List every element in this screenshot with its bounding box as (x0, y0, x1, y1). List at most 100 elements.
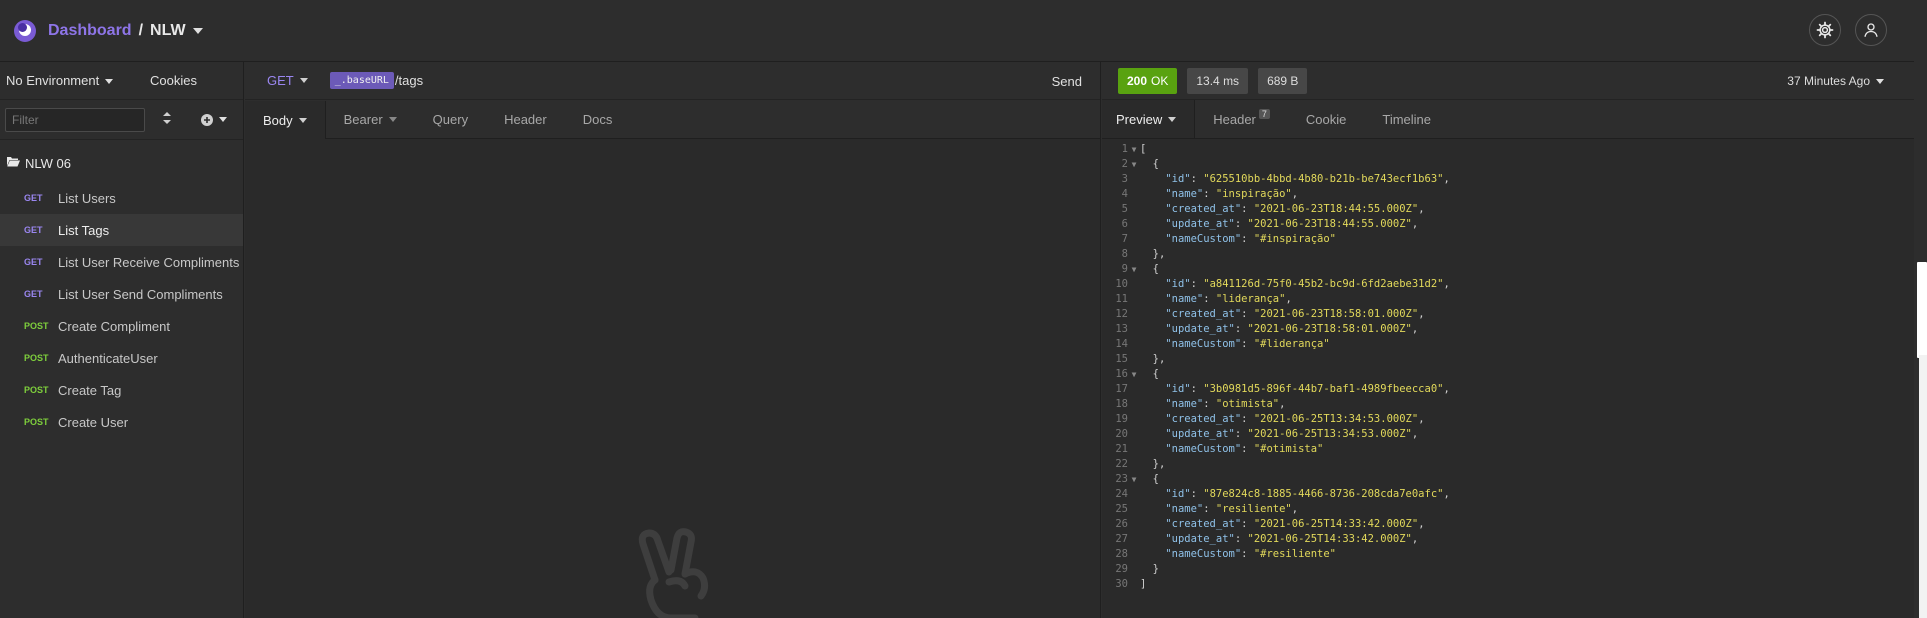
status-text: OK (1151, 73, 1169, 88)
chevron-down-icon (298, 117, 307, 123)
fold-arrow-icon[interactable]: ▼ (1128, 367, 1140, 382)
send-button[interactable]: Send (1052, 74, 1082, 89)
fold-arrow-icon[interactable]: ▼ (1128, 157, 1140, 172)
scrollbar-thumb[interactable] (1917, 262, 1927, 358)
json-punctuation (1140, 413, 1165, 425)
settings-button[interactable] (1809, 14, 1841, 46)
chevron-down-icon (1168, 116, 1177, 122)
tab-timeline[interactable]: Timeline (1364, 100, 1449, 138)
fold-gutter (1128, 427, 1140, 442)
breadcrumb-separator: / (138, 21, 144, 39)
history-dropdown[interactable]: 37 Minutes Ago (1787, 74, 1884, 88)
sidebar-request-item[interactable]: POST Create Tag (0, 374, 243, 406)
chevron-down-icon[interactable] (192, 27, 203, 34)
line-number: 8 (1121, 248, 1128, 260)
sidebar-request-item[interactable]: POST Create User (0, 406, 243, 438)
account-button[interactable] (1855, 14, 1887, 46)
json-punctuation: : (1234, 323, 1248, 335)
fold-arrow-icon[interactable]: ▼ (1128, 472, 1140, 487)
response-body-viewer[interactable]: 1 ▼[2 ▼ {3 "id": "625510bb-4bbd-4b80-b21b-… (1102, 142, 1914, 592)
code-text: "name": "otimista", (1140, 397, 1285, 412)
line-number: 29 (1115, 563, 1128, 575)
code-line: 17 "id": "3b0981d5-896f-44b7-baf1-4989fb… (1102, 382, 1914, 397)
add-menu-button[interactable] (201, 113, 227, 126)
environment-selector[interactable]: No Environment (6, 73, 114, 88)
json-string: "2021-06-23T18:44:55.000Z" (1247, 218, 1412, 230)
tab-auth[interactable]: Bearer (326, 100, 415, 138)
fold-gutter (1128, 502, 1140, 517)
status-badge: 200 OK (1118, 67, 1178, 94)
json-punctuation: : (1241, 203, 1254, 215)
sort-icon[interactable] (163, 112, 171, 127)
json-punctuation (1140, 293, 1165, 305)
breadcrumb-dashboard[interactable]: Dashboard (48, 22, 132, 40)
sidebar-request-item[interactable]: GET List User Receive Compliments (0, 246, 243, 278)
fold-arrow-icon[interactable]: ▼ (1128, 142, 1140, 157)
line-number: 2 (1121, 158, 1128, 170)
json-key: "nameCustom" (1165, 548, 1242, 560)
tab-body[interactable]: Body (245, 101, 326, 139)
json-punctuation: : (1190, 278, 1204, 290)
line-number: 17 (1115, 383, 1128, 395)
json-punctuation: , (1418, 308, 1425, 320)
method-selector[interactable]: GET (267, 73, 308, 88)
json-key: "id" (1165, 173, 1191, 185)
chevron-down-icon (1876, 78, 1884, 84)
fold-gutter (1128, 187, 1140, 202)
code-text: "nameCustom": "#otimista" (1140, 442, 1323, 457)
code-text: "created_at": "2021-06-23T18:58:01.000Z"… (1140, 307, 1425, 322)
code-line: 26 "created_at": "2021-06-25T14:33:42.00… (1102, 517, 1914, 532)
sidebar-request-item[interactable]: POST Create Compliment (0, 310, 243, 342)
sidebar-request-item[interactable]: GET List Users (0, 182, 243, 214)
request-method-tag: POST (24, 321, 49, 331)
json-punctuation: , (1411, 323, 1419, 335)
tab-query[interactable]: Query (415, 100, 486, 138)
request-method-tag: POST (24, 385, 49, 395)
line-number: 13 (1115, 323, 1128, 335)
tab-header[interactable]: Header (486, 100, 565, 138)
json-punctuation (1140, 443, 1165, 455)
line-number: 11 (1115, 293, 1128, 305)
json-string: "inspiração" (1215, 188, 1292, 200)
request-method-tag: POST (24, 417, 49, 427)
json-string: "liderança" (1215, 293, 1286, 305)
environment-variable-tag[interactable]: _.baseURL (329, 72, 394, 89)
json-string: "3b0981d5-896f-44b7-baf1-4989fbeecca0" (1203, 383, 1444, 395)
json-punctuation: : (1241, 413, 1254, 425)
json-punctuation: : (1241, 233, 1254, 245)
fold-gutter (1128, 202, 1140, 217)
chevron-down-icon (388, 116, 397, 122)
gear-icon (1816, 21, 1834, 39)
json-punctuation: , (1291, 188, 1299, 200)
fold-arrow-icon[interactable]: ▼ (1128, 262, 1140, 277)
json-string: "2021-06-25T14:33:42.000Z" (1247, 533, 1412, 545)
code-line: 30] (1102, 577, 1914, 592)
json-punctuation: : (1203, 293, 1216, 305)
filter-row (0, 100, 243, 140)
breadcrumb-project[interactable]: NLW (150, 22, 186, 40)
folder-nlw06[interactable]: NLW 06 (0, 144, 243, 182)
scrollbar-track[interactable] (1919, 355, 1927, 618)
app-logo-icon[interactable] (14, 19, 36, 42)
filter-input[interactable] (5, 107, 145, 132)
response-tabs: Preview Header 7 Cookie Timeline (1102, 100, 1914, 139)
tab-cookie[interactable]: Cookie (1288, 100, 1364, 138)
fold-gutter (1128, 232, 1140, 247)
tab-docs[interactable]: Docs (565, 100, 631, 138)
url-path[interactable]: /tags (395, 73, 423, 88)
folder-open-icon (7, 156, 20, 170)
tab-response-header[interactable]: Header 7 (1195, 100, 1288, 138)
sidebar-request-item[interactable]: GET List Tags (0, 214, 243, 246)
json-punctuation: : (1241, 338, 1254, 350)
json-string: "2021-06-25T14:33:42.000Z" (1253, 518, 1419, 530)
sidebar-request-item[interactable]: POST AuthenticateUser (0, 342, 243, 374)
cookies-button[interactable]: Cookies (150, 73, 197, 88)
tab-preview[interactable]: Preview (1102, 100, 1196, 138)
code-line: 7 "nameCustom": "#inspiração" (1102, 232, 1914, 247)
tab-header-label: Header (504, 111, 547, 127)
fold-gutter (1128, 547, 1140, 562)
sidebar-request-item[interactable]: GET List User Send Compliments (0, 278, 243, 310)
request-tabs: Body Bearer Query Header Docs (245, 100, 1100, 139)
json-punctuation: , (1418, 413, 1425, 425)
json-punctuation: : (1234, 533, 1248, 545)
